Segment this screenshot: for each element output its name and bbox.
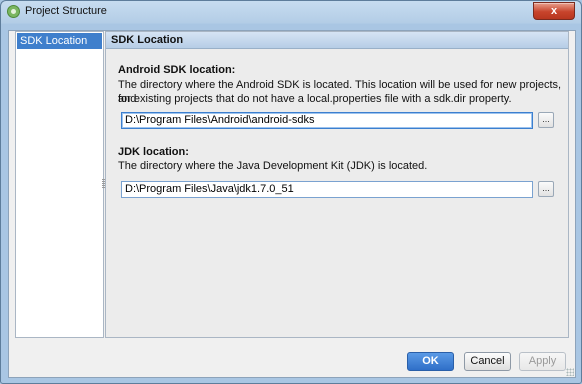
- jdk-description: The directory where the Java Development…: [118, 160, 428, 172]
- sidebar: SDK Location: [15, 31, 104, 338]
- close-button[interactable]: x: [533, 2, 575, 20]
- panel-header: SDK Location: [106, 32, 568, 49]
- jdk-path-input[interactable]: D:\Program Files\Java\jdk1.7.0_51: [121, 181, 533, 198]
- android-sdk-path-input[interactable]: D:\Program Files\Android\android-sdks: [121, 112, 533, 129]
- dialog-content: SDK Location SDK Location Android SDK lo…: [8, 30, 576, 378]
- android-sdk-heading: Android SDK location:: [118, 64, 236, 76]
- panel-title: SDK Location: [111, 34, 184, 46]
- window-title: Project Structure: [25, 5, 107, 17]
- sidebar-item-sdk-location[interactable]: SDK Location: [17, 33, 102, 49]
- android-sdk-description-2: for existing projects that do not have a…: [118, 93, 512, 105]
- jdk-heading: JDK location:: [118, 146, 189, 158]
- resize-grip[interactable]: [566, 368, 574, 376]
- cancel-button[interactable]: Cancel: [464, 352, 511, 371]
- title-bar[interactable]: Project Structure x: [1, 1, 581, 23]
- apply-button[interactable]: Apply: [519, 352, 566, 371]
- jdk-browse-button[interactable]: ...: [538, 181, 554, 197]
- android-sdk-browse-button[interactable]: ...: [538, 112, 554, 128]
- project-structure-window: Project Structure x SDK Location SDK Loc…: [0, 0, 582, 384]
- sdk-location-panel: SDK Location Android SDK location: The d…: [105, 31, 569, 338]
- ok-button[interactable]: OK: [407, 352, 454, 371]
- android-studio-icon: [7, 5, 20, 18]
